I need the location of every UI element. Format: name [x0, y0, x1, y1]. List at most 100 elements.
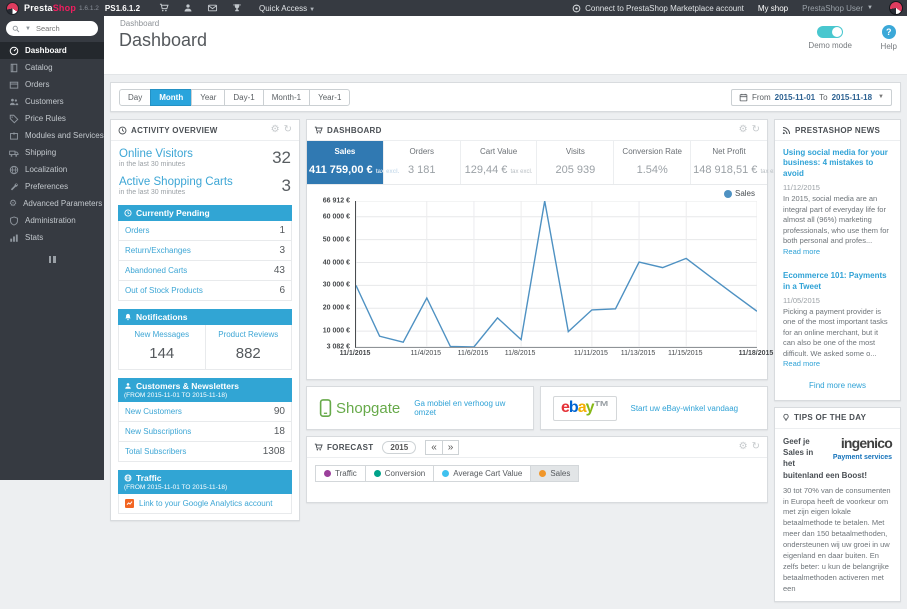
sidebar-item-label: Modules and Services — [25, 131, 104, 140]
chart-plot-area — [355, 201, 757, 348]
pending-orders-row[interactable]: Orders 1 — [118, 221, 292, 241]
refresh-icon[interactable]: ↻ — [752, 442, 760, 452]
demo-mode-toggle[interactable] — [817, 26, 844, 38]
people-icon — [9, 97, 19, 107]
sidebar-item-customers[interactable]: Customers — [0, 93, 104, 110]
lightbulb-icon — [782, 413, 790, 422]
range-day-button[interactable]: Day — [119, 88, 152, 106]
read-more-link[interactable]: Read more — [783, 247, 820, 256]
find-more-news-link[interactable]: Find more news — [775, 372, 900, 400]
forecast-toggle-traffic[interactable]: Traffic — [315, 465, 366, 482]
bar-chart-icon — [9, 233, 19, 243]
out-of-stock-row[interactable]: Out of Stock Products 6 — [118, 280, 292, 301]
product-reviews-cell[interactable]: Product Reviews 882 — [204, 325, 292, 369]
online-visitors-metric[interactable]: Online Visitors in the last 30 minutes 3… — [111, 141, 299, 169]
sidebar-item-modules[interactable]: Modules and Services — [0, 127, 104, 144]
new-subscriptions-row[interactable]: New Subscriptions 18 — [118, 421, 292, 442]
news-article-title[interactable]: Using social media for your business: 4 … — [783, 148, 892, 179]
sidebar-item-label: Dashboard — [25, 46, 67, 55]
abandoned-carts-row[interactable]: Abandoned Carts 43 — [118, 260, 292, 281]
kpi-sales[interactable]: Sales 411 759,00 € tax excl. — [307, 141, 399, 184]
range-month-button[interactable]: Month — [150, 88, 193, 106]
kpi-orders[interactable]: Orders 3 181 — [382, 141, 460, 184]
sidebar-item-preferences[interactable]: Preferences — [0, 178, 104, 195]
kpi-net-profit[interactable]: Net Profit 148 918,51 € tax excl. — [690, 141, 782, 184]
sidebar-item-dashboard[interactable]: Dashboard — [0, 42, 104, 59]
wrench-icon — [9, 182, 19, 192]
user-menu[interactable]: PrestaShop User ▼ — [802, 4, 873, 13]
range-year-1-button[interactable]: Year-1 — [309, 88, 351, 106]
tips-of-the-day-panel: TIPS OF THE DAY ingenico Payment service… — [774, 406, 901, 603]
shield-icon — [9, 215, 19, 226]
total-subscribers-row[interactable]: Total Subscribers 1308 — [118, 441, 292, 462]
sidebar-collapse-button[interactable] — [48, 256, 56, 263]
sidebar-search[interactable]: ▼ — [6, 21, 98, 36]
range-month-1-button[interactable]: Month-1 — [262, 88, 311, 106]
sidebar-item-localization[interactable]: Localization — [0, 161, 104, 178]
section-date-range: (FROM 2015-11-01 TO 2015-11-18) — [124, 392, 228, 399]
refresh-icon[interactable]: ↻ — [752, 125, 760, 135]
shopgate-link[interactable]: Ga mobiel en verhoog uw omzet — [414, 399, 521, 417]
sidebar-item-stats[interactable]: Stats — [0, 229, 104, 246]
shopgate-logo: Shopgate — [319, 399, 400, 417]
news-article: Using social media for your business: 4 … — [775, 141, 900, 259]
trophy-icon[interactable] — [232, 3, 242, 13]
prestashop-news-panel: PRESTASHOP NEWS Using social media for y… — [774, 119, 901, 401]
sidebar-item-advanced-parameters[interactable]: ⚙ Advanced Parameters — [0, 195, 104, 212]
date-range-picker[interactable]: From 2015-11-01 To 2015-11-18 ▼ — [730, 88, 892, 106]
sidebar-item-orders[interactable]: Orders — [0, 76, 104, 93]
user-avatar[interactable] — [889, 1, 903, 15]
gear-icon[interactable]: ⚙ — [271, 125, 280, 135]
cart-icon[interactable] — [159, 3, 169, 13]
activity-overview-panel: ACTIVITY OVERVIEW ⚙ ↻ Online Visitors in… — [110, 119, 300, 521]
active-carts-metric[interactable]: Active Shopping Carts in the last 30 min… — [111, 169, 299, 197]
sidebar-item-label: Stats — [25, 233, 44, 242]
sidebar-item-price-rules[interactable]: Price Rules — [0, 110, 104, 127]
new-customers-row[interactable]: New Customers 90 — [118, 402, 292, 422]
previous-year-button[interactable]: « — [425, 439, 443, 455]
kpi-conversion-rate[interactable]: Conversion Rate 1.54% — [613, 141, 690, 184]
help-icon[interactable]: ? — [881, 25, 896, 39]
forecast-toggle-avg-cart-value[interactable]: Average Cart Value — [433, 465, 532, 482]
gear-icon[interactable]: ⚙ — [739, 442, 748, 452]
mail-icon[interactable] — [207, 3, 218, 13]
google-analytics-link[interactable]: Link to your Google Analytics account — [118, 494, 292, 514]
next-year-button[interactable]: » — [441, 439, 460, 455]
kpi-cart-value[interactable]: Cart Value 129,44 € tax excl. — [459, 141, 537, 184]
news-article-excerpt: In 2015, social media are an integral pa… — [783, 194, 889, 256]
online-visitors-value: 32 — [272, 148, 291, 167]
range-year-button[interactable]: Year — [191, 88, 226, 106]
clock-icon — [124, 209, 132, 217]
forecast-toggle-conversion[interactable]: Conversion — [364, 465, 435, 482]
sidebar-item-shipping[interactable]: Shipping — [0, 144, 104, 161]
sidebar-item-catalog[interactable]: Catalog — [0, 59, 104, 76]
search-input[interactable] — [33, 23, 90, 34]
forecast-toggle-sales[interactable]: Sales — [530, 465, 580, 482]
marketplace-link[interactable]: Connect to PrestaShop Marketplace accoun… — [572, 4, 744, 13]
read-more-link[interactable]: Read more — [783, 359, 820, 368]
y-axis-tick-label: 40 000 € — [322, 259, 350, 267]
trademark-icon: ™ — [593, 398, 610, 416]
breadcrumb[interactable]: Dashboard — [120, 19, 159, 28]
y-axis-tick-label: 66 912 € — [322, 197, 350, 205]
chart-legend[interactable]: Sales — [723, 189, 755, 198]
new-messages-cell[interactable]: New Messages 144 — [119, 325, 205, 369]
gear-icon[interactable]: ⚙ — [739, 125, 748, 135]
gauge-icon — [9, 46, 19, 56]
panel-title: DASHBOARD — [327, 125, 382, 135]
time-range-toolbar: Day Month Year Day-1 Month-1 Year-1 From… — [110, 82, 901, 112]
pending-returns-row[interactable]: Return/Exchanges 3 — [118, 240, 292, 261]
range-day-1-button[interactable]: Day-1 — [224, 88, 264, 106]
kpi-visits[interactable]: Visits 205 939 — [536, 141, 613, 184]
news-article-title[interactable]: Ecommerce 101: Payments in a Tweet — [783, 271, 892, 292]
customer-icon[interactable] — [183, 3, 193, 13]
refresh-icon[interactable]: ↻ — [284, 125, 292, 135]
my-shop-link[interactable]: My shop — [758, 4, 788, 13]
rss-icon — [782, 126, 791, 135]
sidebar-item-administration[interactable]: Administration — [0, 212, 104, 229]
top-bar: PrestaShop 1.6.1.2 PS1.6.1.2 Quick Acces… — [0, 0, 907, 16]
ebay-link[interactable]: Start uw eBay-winkel vandaag — [631, 404, 739, 413]
quick-access-menu[interactable]: Quick Access ▼ — [259, 4, 315, 13]
calendar-icon — [739, 93, 748, 102]
search-scope-caret-icon[interactable]: ▼ — [25, 26, 31, 32]
